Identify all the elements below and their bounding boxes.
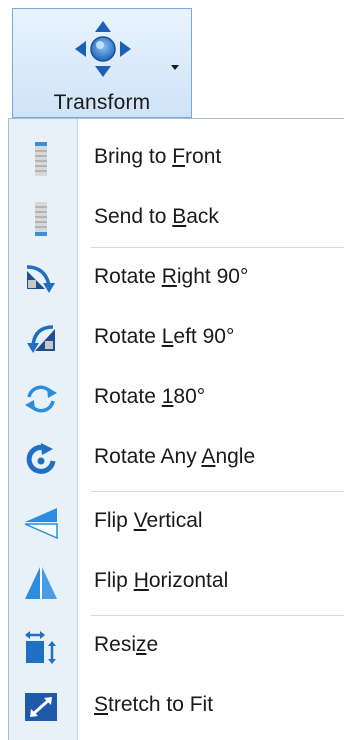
menu-item-rotate-left-90[interactable]: Rotate Left 90° <box>9 311 344 367</box>
menu-item-rotate-any-angle[interactable]: Rotate Any Angle <box>9 431 344 487</box>
menu-item-resize[interactable]: Resize <box>9 619 344 675</box>
transform-menu-screen: Transform Bring to Front Send to Back Ro… <box>0 0 344 740</box>
menu-item-rotate-180[interactable]: Rotate 180° <box>9 371 344 427</box>
menu-item-label: Resize <box>94 633 159 656</box>
menu-separator <box>91 615 344 616</box>
menu-item-label: Rotate Right 90° <box>94 265 249 288</box>
rotate-left-icon <box>27 325 55 353</box>
bring-to-front-icon <box>35 142 47 176</box>
menu-item-label: Send to Back <box>94 205 219 228</box>
transform-dropdown-menu: Bring to Front Send to Back Rotate Right… <box>8 118 344 740</box>
menu-item-label: Rotate 180° <box>94 385 206 408</box>
menu-separator <box>91 247 344 248</box>
menu-item-label: Bring to Front <box>94 145 222 168</box>
menu-item-label: Flip Vertical <box>94 509 203 532</box>
menu-item-label: Flip Horizontal <box>94 569 229 592</box>
menu-item-send-to-back[interactable]: Send to Back <box>9 191 344 247</box>
menu-separator <box>91 491 344 492</box>
transform-arrows-icon <box>75 21 131 77</box>
rotate-right-icon <box>26 265 55 293</box>
flip-vertical-icon <box>24 508 58 540</box>
menu-item-bring-to-front[interactable]: Bring to Front <box>9 131 344 187</box>
stretch-to-fit-icon <box>25 693 57 721</box>
resize-icon <box>25 631 56 664</box>
dropdown-arrow-icon[interactable] <box>171 65 179 70</box>
menu-item-label: Rotate Left 90° <box>94 325 235 348</box>
transform-ribbon-button[interactable]: Transform <box>12 8 192 118</box>
rotate-any-angle-icon <box>26 443 56 474</box>
menu-item-rotate-right-90[interactable]: Rotate Right 90° <box>9 251 344 307</box>
menu-item-stretch-to-fit[interactable]: Stretch to Fit <box>9 679 344 735</box>
menu-item-label: Rotate Any Angle <box>94 445 256 468</box>
flip-horizontal-icon <box>25 567 57 599</box>
menu-item-flip-vertical[interactable]: Flip Vertical <box>9 495 344 551</box>
send-to-back-icon <box>35 202 47 236</box>
transform-button-label: Transform <box>53 91 151 114</box>
menu-item-label: Stretch to Fit <box>94 693 214 716</box>
menu-item-flip-horizontal[interactable]: Flip Horizontal <box>9 555 344 611</box>
rotate-180-icon <box>25 385 57 413</box>
